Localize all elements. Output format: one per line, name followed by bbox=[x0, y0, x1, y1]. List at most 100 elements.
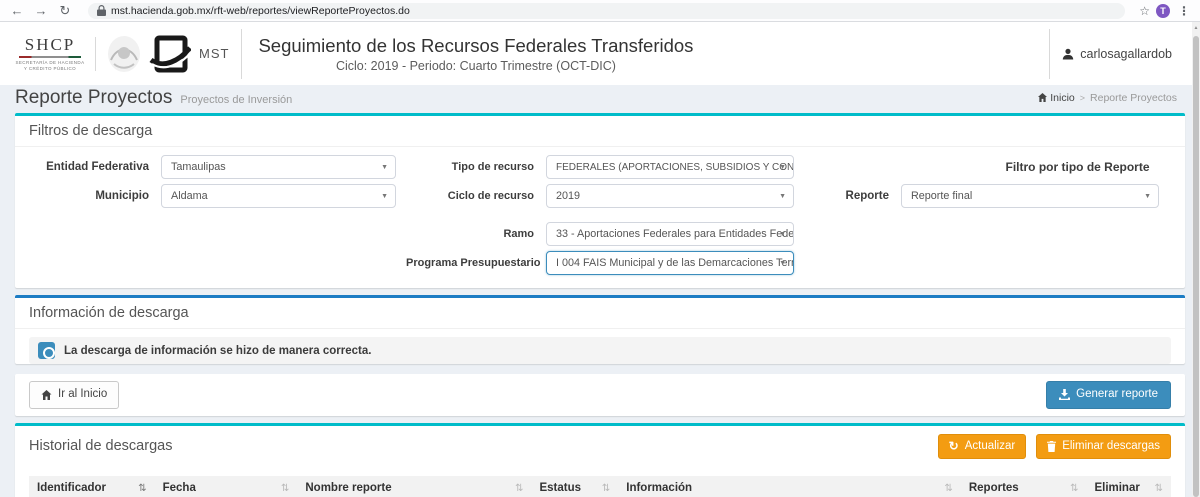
delete-downloads-button[interactable]: Eliminar descargas bbox=[1036, 434, 1171, 460]
chevron-down-icon: ▼ bbox=[779, 193, 786, 200]
shcp-logo-text: SHCP bbox=[25, 35, 76, 55]
bookmark-star-icon[interactable]: ☆ bbox=[1139, 4, 1150, 18]
home-icon bbox=[41, 390, 52, 400]
breadcrumb-home-link[interactable]: Inicio bbox=[1038, 92, 1075, 104]
ciclo-recurso-select[interactable]: 2019 ▼ bbox=[546, 184, 794, 208]
column-header-estatus[interactable]: Estatus ⇅ bbox=[531, 476, 618, 497]
eagle-seal-icon bbox=[105, 34, 143, 74]
download-success-alert: La descarga de información se hizo de ma… bbox=[29, 337, 1171, 364]
shcp-logo: SHCP SECRETARÍA DE HACIENDA Y CRÉDITO PÚ… bbox=[14, 35, 86, 72]
report-type-filter-header: Filtro por tipo de Reporte bbox=[901, 155, 1200, 179]
generate-report-label: Generar reporte bbox=[1076, 389, 1158, 401]
ramo-label: Ramo bbox=[406, 228, 546, 240]
shcp-logo-caption: SECRETARÍA DE HACIENDA Y CRÉDITO PÚBLICO bbox=[14, 60, 86, 72]
tipo-recurso-label: Tipo de recurso bbox=[406, 161, 546, 173]
municipio-select[interactable]: Aldama ▼ bbox=[161, 184, 396, 208]
mst-logo: MST bbox=[149, 33, 229, 75]
column-header-reportes[interactable]: Reportes ⇅ bbox=[961, 476, 1087, 497]
info-icon bbox=[38, 342, 55, 359]
page-subtitle: Proyectos de Inversión bbox=[180, 94, 292, 106]
address-bar[interactable]: mst.hacienda.gob.mx/rft-web/reportes/vie… bbox=[88, 3, 1125, 19]
go-home-label: Ir al Inicio bbox=[58, 389, 107, 401]
download-info-panel: Información de descarga La descarga de i… bbox=[15, 295, 1185, 364]
alert-message: La descarga de información se hizo de ma… bbox=[64, 345, 371, 357]
reporte-value: Reporte final bbox=[911, 190, 972, 202]
download-history-panel: Historial de descargas ↻ Actualizar Elim… bbox=[15, 423, 1185, 497]
tipo-recurso-select[interactable]: FEDERALES (APORTACIONES, SUBSIDIOS Y CON… bbox=[546, 155, 794, 179]
tipo-recurso-value: FEDERALES (APORTACIONES, SUBSIDIOS Y CON… bbox=[556, 162, 794, 173]
user-menu[interactable]: carlosagallardob bbox=[1062, 47, 1186, 61]
shcp-logo-rule bbox=[19, 56, 81, 58]
ciclo-recurso-value: 2019 bbox=[556, 190, 580, 202]
chevron-down-icon: ▼ bbox=[381, 193, 388, 200]
chevron-down-icon: ▼ bbox=[779, 164, 786, 171]
reload-icon[interactable]: ↻ bbox=[56, 4, 74, 17]
url-text: mst.hacienda.gob.mx/rft-web/reportes/vie… bbox=[111, 5, 410, 17]
page-title: Reporte Proyectos bbox=[15, 87, 172, 109]
app-subtitle: Ciclo: 2019 - Periodo: Cuarto Trimestre … bbox=[336, 59, 616, 73]
filters-heading: Filtros de descarga bbox=[15, 116, 1185, 147]
user-icon bbox=[1062, 48, 1074, 60]
back-icon[interactable]: ← bbox=[8, 4, 26, 17]
sort-icon: ⇅ bbox=[138, 483, 146, 494]
username: carlosagallardob bbox=[1080, 47, 1172, 61]
filters-column-middle: Tipo de recurso FEDERALES (APORTACIONES,… bbox=[406, 155, 806, 280]
column-header-informacion[interactable]: Información ⇅ bbox=[618, 476, 961, 497]
scrollbar-up-icon[interactable]: ▲ bbox=[1192, 22, 1200, 31]
ramo-value: 33 - Aportaciones Federales para Entidad… bbox=[556, 228, 794, 240]
site-header: SHCP SECRETARÍA DE HACIENDA Y CRÉDITO PÚ… bbox=[0, 22, 1200, 85]
filters-column-left: Entidad Federativa Tamaulipas ▼ Municipi… bbox=[21, 155, 406, 280]
go-home-button[interactable]: Ir al Inicio bbox=[29, 381, 119, 409]
home-icon bbox=[1038, 93, 1047, 102]
column-header-fecha[interactable]: Fecha ⇅ bbox=[155, 476, 298, 497]
browser-menu-icon[interactable]: ⋮ bbox=[1176, 4, 1192, 18]
trash-icon bbox=[1047, 441, 1056, 452]
reporte-select[interactable]: Reporte final ▼ bbox=[901, 184, 1159, 208]
download-info-heading: Información de descarga bbox=[15, 298, 1185, 329]
column-header-identificador[interactable]: Identificador ⇅ bbox=[29, 476, 155, 497]
chevron-down-icon: ▼ bbox=[779, 231, 786, 238]
mst-logo-icon bbox=[149, 33, 191, 75]
programa-select[interactable]: I 004 FAIS Municipal y de las Demarcacio… bbox=[546, 251, 794, 275]
reporte-label: Reporte bbox=[806, 190, 901, 202]
refresh-button[interactable]: ↻ Actualizar bbox=[938, 434, 1027, 460]
browser-avatar[interactable]: T bbox=[1156, 4, 1170, 18]
breadcrumb-current: Reporte Proyectos bbox=[1090, 92, 1177, 104]
sort-icon: ⇅ bbox=[944, 483, 952, 494]
filters-column-right: Filtro por tipo de Reporte Reporte Repor… bbox=[806, 155, 1200, 280]
table-header-row: Identificador ⇅ Fecha ⇅ Nombre reporte ⇅… bbox=[29, 476, 1171, 497]
column-header-nombre-reporte[interactable]: Nombre reporte ⇅ bbox=[297, 476, 531, 497]
refresh-label: Actualizar bbox=[965, 441, 1016, 453]
programa-label: Programa Presupuestario bbox=[406, 257, 546, 269]
sort-icon: ⇅ bbox=[602, 483, 610, 494]
actions-panel: Ir al Inicio Generar reporte bbox=[15, 374, 1185, 416]
browser-toolbar: ← → ↻ mst.hacienda.gob.mx/rft-web/report… bbox=[0, 0, 1200, 22]
ramo-select[interactable]: 33 - Aportaciones Federales para Entidad… bbox=[546, 222, 794, 246]
chevron-down-icon: ▼ bbox=[1144, 193, 1151, 200]
lock-icon bbox=[97, 5, 106, 16]
downloads-table: Identificador ⇅ Fecha ⇅ Nombre reporte ⇅… bbox=[29, 476, 1171, 497]
forward-icon[interactable]: → bbox=[32, 4, 50, 17]
entidad-label: Entidad Federativa bbox=[21, 161, 161, 173]
page-scrollbar[interactable]: ▲ bbox=[1192, 22, 1200, 497]
column-header-eliminar[interactable]: Eliminar ⇅ bbox=[1086, 476, 1171, 497]
app-title-block: Seguimiento de los Recursos Federales Tr… bbox=[258, 35, 693, 73]
sort-icon: ⇅ bbox=[1070, 483, 1078, 494]
mst-logo-label: MST bbox=[199, 46, 229, 61]
scrollbar-thumb[interactable] bbox=[1193, 36, 1199, 497]
entidad-select[interactable]: Tamaulipas ▼ bbox=[161, 155, 396, 179]
programa-value: I 004 FAIS Municipal y de las Demarcacio… bbox=[556, 257, 794, 269]
generate-report-button[interactable]: Generar reporte bbox=[1046, 381, 1171, 409]
history-heading: Historial de descargas bbox=[29, 438, 172, 454]
chevron-down-icon: ▼ bbox=[381, 164, 388, 171]
sort-icon: ⇅ bbox=[281, 483, 289, 494]
header-divider bbox=[95, 37, 96, 71]
filters-panel: Filtros de descarga Entidad Federativa T… bbox=[15, 113, 1185, 288]
header-divider bbox=[241, 29, 242, 79]
delete-downloads-label: Eliminar descargas bbox=[1062, 441, 1160, 453]
app-title: Seguimiento de los Recursos Federales Tr… bbox=[258, 35, 693, 57]
chevron-down-icon: ▼ bbox=[779, 260, 786, 267]
municipio-label: Municipio bbox=[21, 190, 161, 202]
entidad-value: Tamaulipas bbox=[171, 161, 226, 173]
breadcrumb-separator: > bbox=[1080, 93, 1085, 103]
